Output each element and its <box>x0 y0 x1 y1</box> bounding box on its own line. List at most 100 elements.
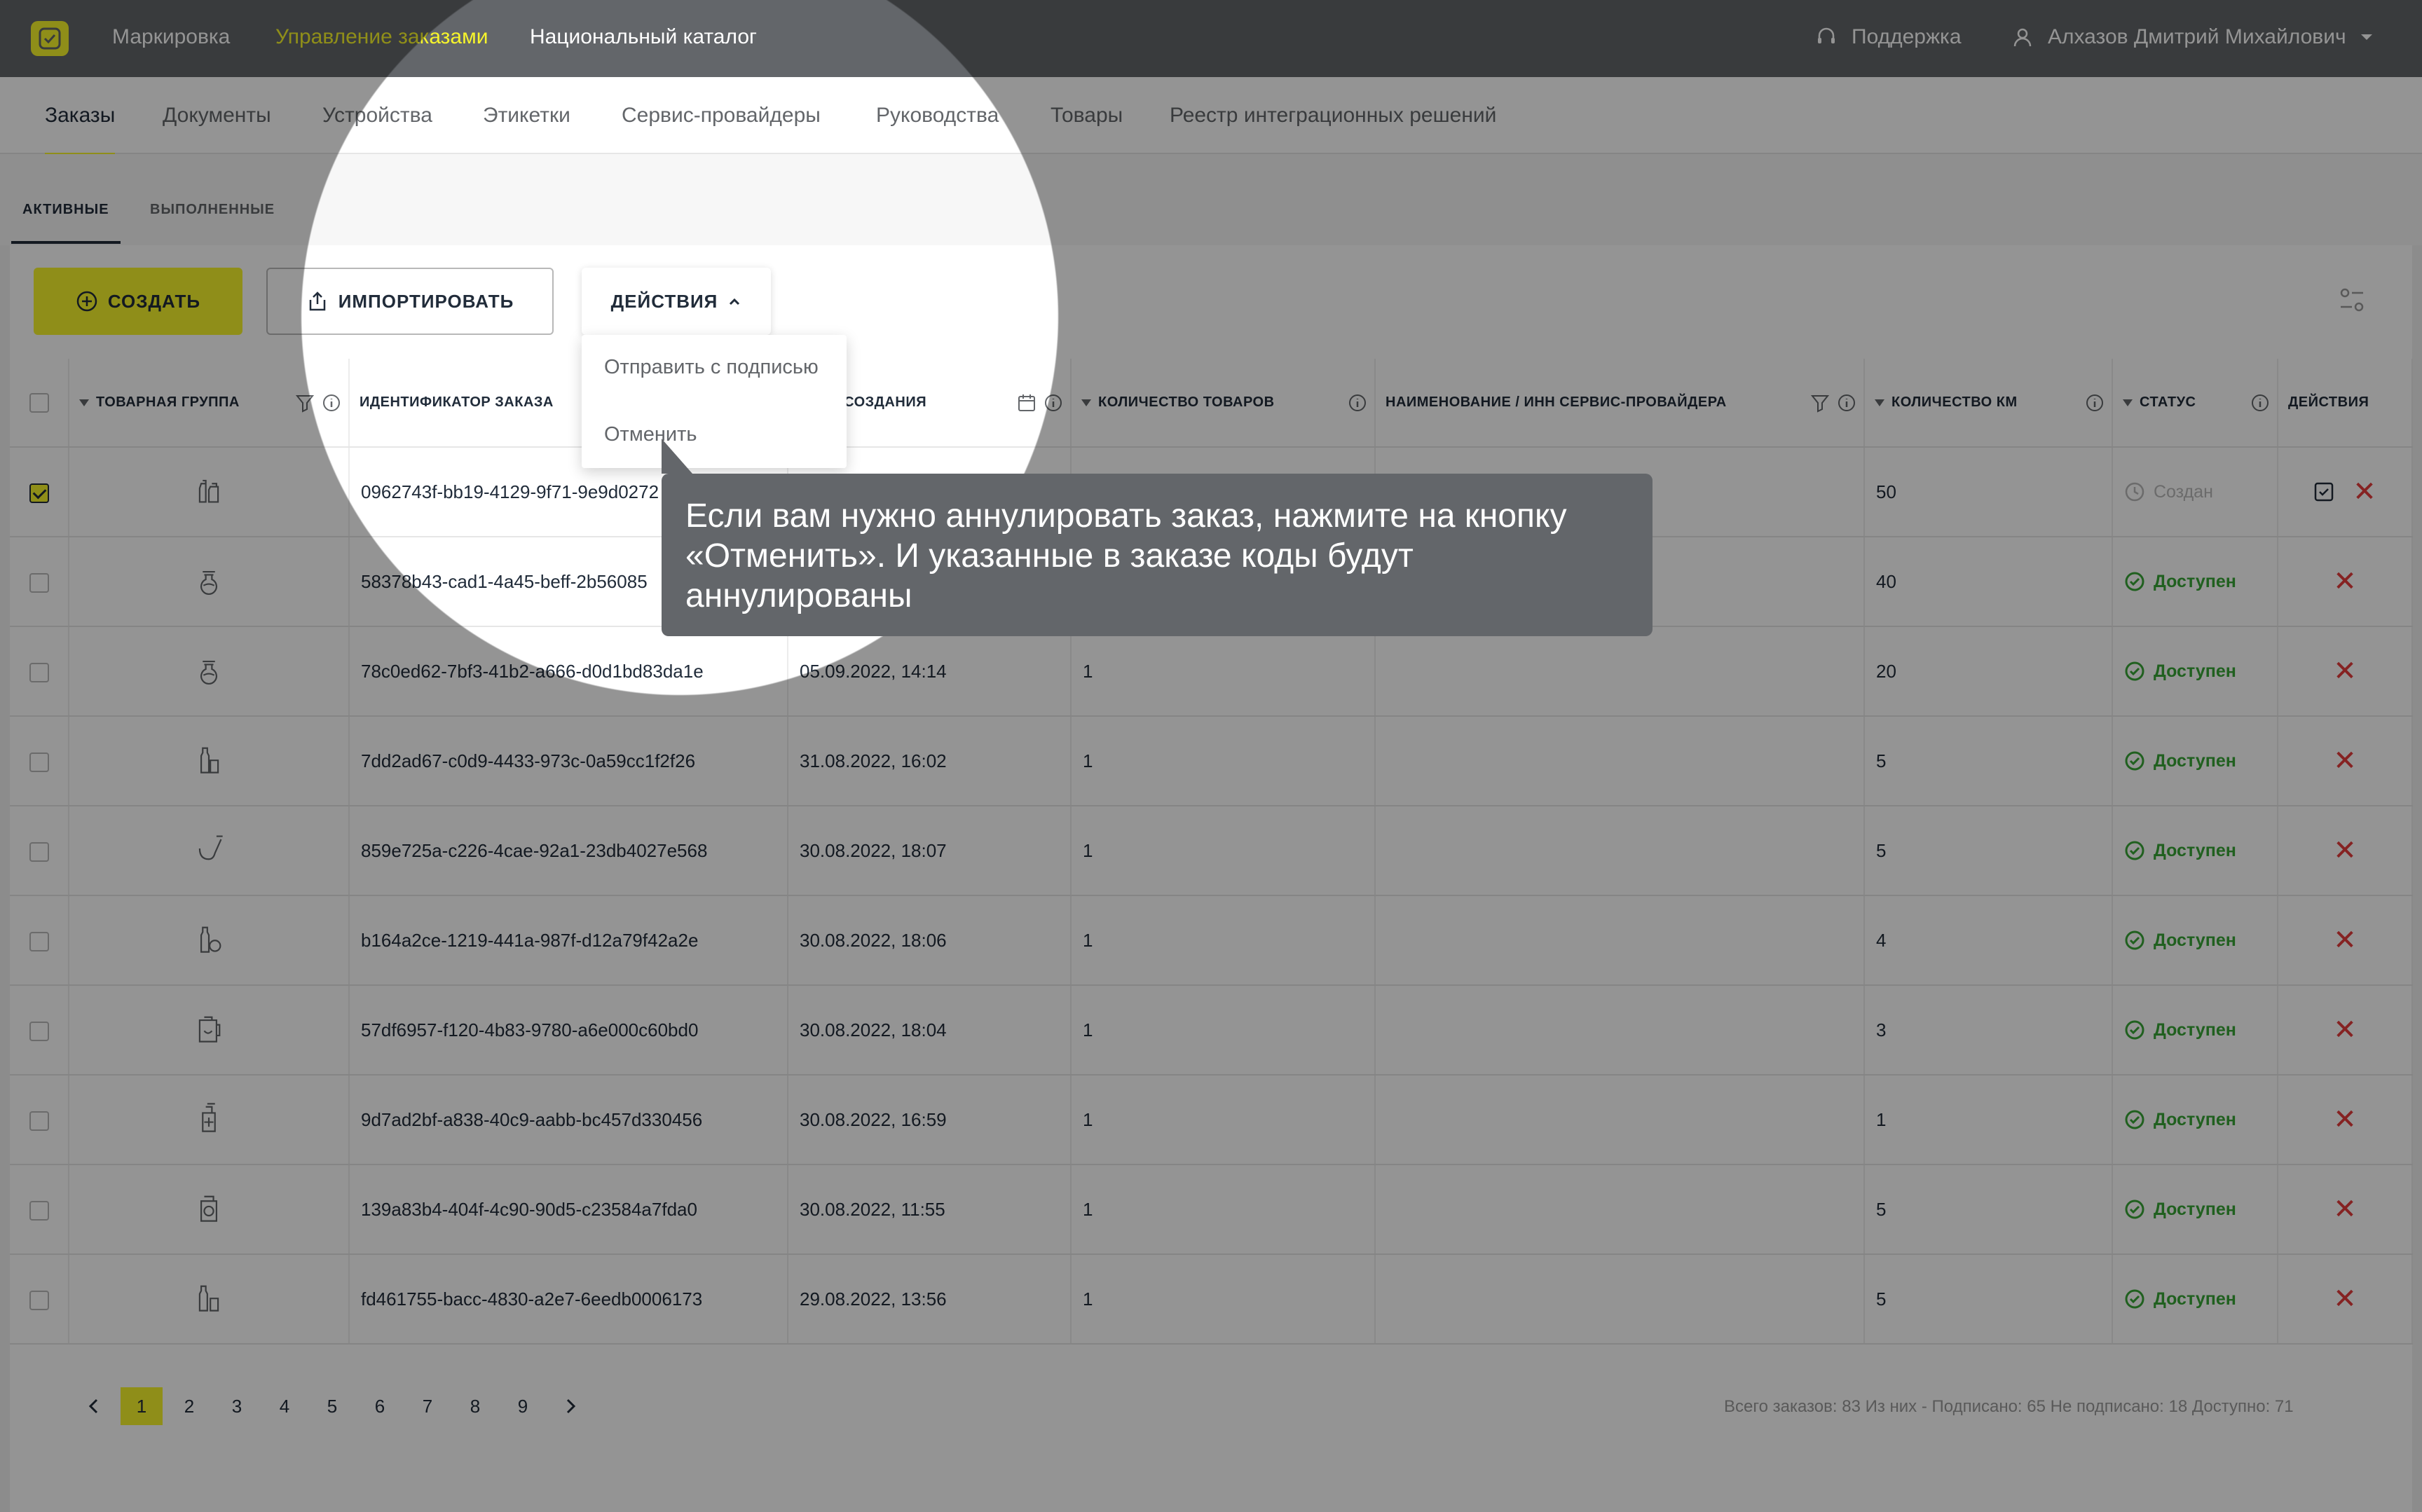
tab-documents[interactable]: Документы <box>163 104 271 128</box>
tab-orders[interactable]: Заказы <box>45 104 116 157</box>
info-icon[interactable] <box>2250 393 2270 413</box>
tab-guides[interactable]: Руководства <box>876 104 999 128</box>
order-id-cell[interactable]: 9d7ad2bf-a838-40c9-aabb-bc457d330456 <box>349 1075 788 1165</box>
sign-checkbox-icon[interactable] <box>2313 481 2334 502</box>
order-id-cell[interactable]: 78c0ed62-7bf3-41b2-a666-d0d1bd83da1e <box>349 626 788 717</box>
sort-icon[interactable] <box>1081 399 1091 406</box>
filter-icon[interactable] <box>295 393 315 413</box>
cancel-order-icon[interactable]: ✕ <box>2333 1106 2357 1134</box>
page-number[interactable]: 1 <box>121 1387 163 1425</box>
table-row[interactable]: 139a83b4-404f-4c90-90d5-c23584a7fda0 30.0… <box>10 1164 2413 1255</box>
table-row[interactable]: b164a2ce-1219-441a-987f-d12a79f42a2e 30.0… <box>10 895 2413 986</box>
calendar-icon[interactable] <box>1017 393 1036 413</box>
row-checkbox[interactable] <box>29 841 49 862</box>
header-km-count-label: КОЛИЧЕСТВО КМ <box>1891 394 2018 410</box>
logo-icon[interactable] <box>31 21 69 56</box>
menu-item-send-signed[interactable]: Отправить с подписью <box>604 356 819 379</box>
row-checkbox[interactable] <box>29 1021 49 1041</box>
nav-markirovka[interactable]: Маркировка <box>112 25 230 49</box>
header-goods-count[interactable]: КОЛИЧЕСТВО ТОВАРОВ <box>1071 359 1376 448</box>
page-number[interactable]: 4 <box>261 1387 308 1425</box>
row-checkbox[interactable] <box>29 572 49 593</box>
page-number[interactable]: 8 <box>451 1387 499 1425</box>
tab-integration-registry[interactable]: Реестр интеграционных решений <box>1170 104 1496 128</box>
row-checkbox[interactable] <box>29 483 49 503</box>
row-actions-cell: ✕ <box>2278 806 2413 896</box>
order-id-cell[interactable]: 859e725a-c226-4cae-92a1-23db4027e568 <box>349 806 788 896</box>
tab-goods[interactable]: Товары <box>1051 104 1123 128</box>
prev-page-icon[interactable] <box>70 1387 118 1425</box>
cancel-order-icon[interactable]: ✕ <box>2333 1195 2357 1223</box>
cancel-order-icon[interactable]: ✕ <box>2333 837 2357 865</box>
table-row[interactable]: 7dd2ad67-c0d9-4433-973c-0a59cc1f2f26 31.0… <box>10 716 2413 806</box>
cancel-order-icon[interactable]: ✕ <box>2333 926 2357 954</box>
sort-icon[interactable] <box>2123 399 2133 406</box>
product-group-icon <box>198 834 223 860</box>
sort-icon[interactable] <box>79 399 89 406</box>
created-date-cell: 05.09.2022, 14:14 <box>788 626 1072 717</box>
actions-button[interactable]: ДЕЙСТВИЯ <box>582 268 771 335</box>
cancel-order-icon[interactable]: ✕ <box>2333 1016 2357 1044</box>
row-checkbox[interactable] <box>29 1111 49 1131</box>
sort-icon[interactable] <box>1875 399 1884 406</box>
provider-cell <box>1375 1075 1865 1165</box>
select-all-checkbox[interactable] <box>29 392 49 413</box>
check-circle-icon <box>2125 1110 2144 1129</box>
cancel-order-icon[interactable]: ✕ <box>2353 478 2376 506</box>
page-number[interactable]: 6 <box>356 1387 404 1425</box>
order-id-cell[interactable]: 139a83b4-404f-4c90-90d5-c23584a7fda0 <box>349 1164 788 1255</box>
tab-service-providers[interactable]: Сервис-провайдеры <box>622 104 821 128</box>
tab-devices[interactable]: Устройства <box>322 104 432 128</box>
cancel-order-icon[interactable]: ✕ <box>2333 657 2357 685</box>
page-number[interactable]: 5 <box>308 1387 356 1425</box>
row-checkbox[interactable] <box>29 1200 49 1221</box>
nav-national-catalog[interactable]: Национальный каталог <box>530 25 757 49</box>
user-icon <box>2013 28 2032 47</box>
order-id-cell[interactable]: 57df6957-f120-4b83-9780-a6e000c60bd0 <box>349 985 788 1075</box>
subtab-completed[interactable]: ВЫПОЛНЕННЫЕ <box>150 202 275 218</box>
page-number[interactable]: 7 <box>404 1387 451 1425</box>
row-checkbox[interactable] <box>29 752 49 772</box>
info-icon[interactable] <box>2085 393 2105 413</box>
pagination: 123456789 <box>70 1387 594 1425</box>
cancel-order-icon[interactable]: ✕ <box>2333 1285 2357 1313</box>
table-row[interactable]: 78c0ed62-7bf3-41b2-a666-d0d1bd83da1e 05.0… <box>10 626 2413 717</box>
table-row[interactable]: 9d7ad2bf-a838-40c9-aabb-bc457d330456 30.0… <box>10 1075 2413 1165</box>
table-row[interactable]: 57df6957-f120-4b83-9780-a6e000c60bd0 30.0… <box>10 985 2413 1075</box>
filter-icon[interactable] <box>1810 393 1830 413</box>
header-km-count[interactable]: КОЛИЧЕСТВО КМ <box>1864 359 2113 448</box>
cancel-order-icon[interactable]: ✕ <box>2333 747 2357 775</box>
subtab-active[interactable]: АКТИВНЫЕ <box>11 202 121 244</box>
info-icon[interactable] <box>1348 393 1367 413</box>
header-product-group[interactable]: ТОВАРНАЯ ГРУППА <box>69 359 350 448</box>
column-settings-icon[interactable] <box>2338 286 2366 314</box>
order-id-cell[interactable]: 7dd2ad67-c0d9-4433-973c-0a59cc1f2f26 <box>349 716 788 806</box>
header-provider[interactable]: НАИМЕНОВАНИЕ / ИНН СЕРВИС-ПРОВАЙДЕРА <box>1375 359 1865 448</box>
support-link[interactable]: Поддержка <box>1815 25 1962 49</box>
table-row[interactable]: 859e725a-c226-4cae-92a1-23db4027e568 30.0… <box>10 806 2413 896</box>
status-badge: Создан <box>2124 481 2266 502</box>
info-icon[interactable] <box>322 393 341 413</box>
page-number[interactable]: 3 <box>213 1387 261 1425</box>
tab-labels[interactable]: Этикетки <box>483 104 570 128</box>
page-number[interactable]: 9 <box>499 1387 547 1425</box>
info-icon[interactable] <box>1837 393 1856 413</box>
km-count-cell: 40 <box>1864 537 2113 627</box>
cancel-order-icon[interactable]: ✕ <box>2333 568 2357 596</box>
row-checkbox[interactable] <box>29 931 49 951</box>
next-page-icon[interactable] <box>547 1387 594 1425</box>
nav-order-management[interactable]: Управление заказами <box>275 25 488 49</box>
hint-tooltip: Если вам нужно аннулировать заказ, нажми… <box>662 439 1653 636</box>
row-checkbox[interactable] <box>29 1290 49 1310</box>
user-menu[interactable]: Алхазов Дмитрий Михайлович <box>2011 25 2373 49</box>
info-icon[interactable] <box>1044 393 1063 413</box>
import-button[interactable]: ИМПОРТИРОВАТЬ <box>266 268 554 335</box>
page-number[interactable]: 2 <box>165 1387 213 1425</box>
row-select-cell <box>10 716 69 806</box>
order-id-cell[interactable]: b164a2ce-1219-441a-987f-d12a79f42a2e <box>349 895 788 986</box>
row-checkbox[interactable] <box>29 662 49 682</box>
create-button[interactable]: СОЗДАТЬ <box>34 268 242 335</box>
table-row[interactable]: fd461755-bacc-4830-a2e7-6eedb0006173 29.0… <box>10 1254 2413 1345</box>
header-status[interactable]: СТАТУС <box>2112 359 2278 448</box>
order-id-cell[interactable]: fd461755-bacc-4830-a2e7-6eedb0006173 <box>349 1254 788 1345</box>
